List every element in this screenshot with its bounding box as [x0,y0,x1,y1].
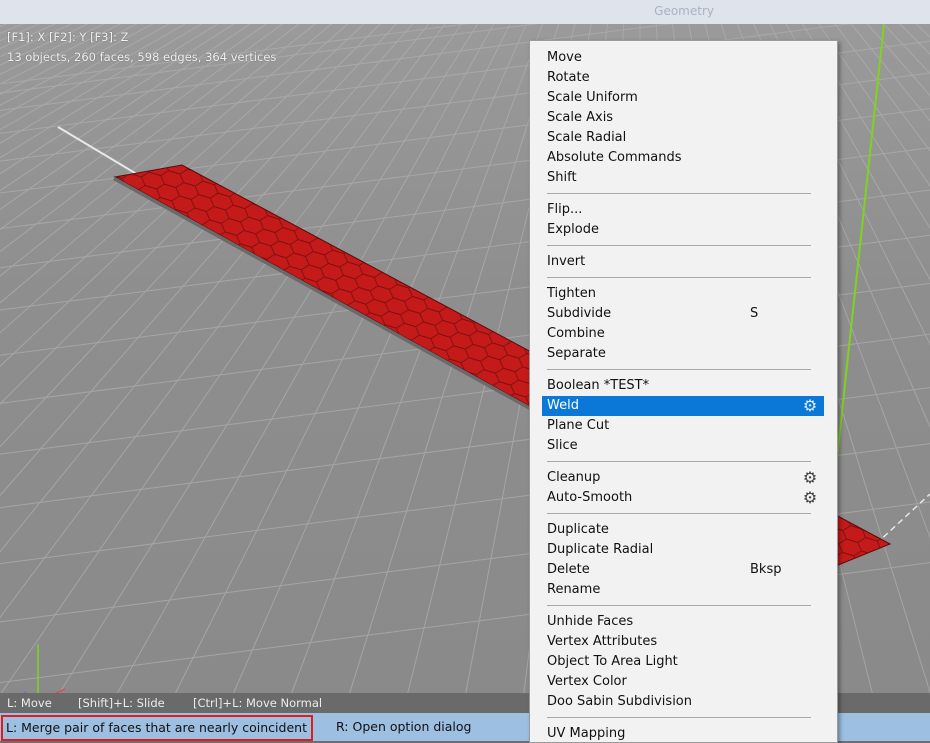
menu-item-weld[interactable]: Weld ⚙ [542,396,824,416]
menu-separator [547,717,811,718]
menu-item-label: Rename [547,582,601,597]
menu-item-delete[interactable]: Delete Bksp [542,560,824,580]
menu-item-invert[interactable]: Invert [542,252,824,272]
menu-item-label: Vertex Attributes [547,634,658,649]
menu-item-label: Tighten [547,286,596,301]
menu-item-cleanup[interactable]: Cleanup ⚙ [542,468,824,488]
x-axis-line [57,126,141,177]
menu-item-move[interactable]: Move [542,48,824,68]
gear-icon[interactable]: ⚙ [800,468,820,488]
menu-separator [547,461,811,462]
z-axis-line [875,493,930,545]
menu-item-duplicate-radial[interactable]: Duplicate Radial [542,540,824,560]
menu-item-label: Invert [547,254,586,269]
menu-item-label: Rotate [547,70,590,85]
menu-item-explode[interactable]: Explode [542,220,824,240]
menu-item-label: Subdivide [547,306,612,321]
menu-separator [547,245,811,246]
menu-separator [547,277,811,278]
menu-separator [547,369,811,370]
menu-separator [547,605,811,606]
menu-item-rename[interactable]: Rename [542,580,824,600]
menu-item-label: Combine [547,326,605,341]
hint-slide: [Shift]+L: Slide [78,696,165,710]
menu-item-absolute-commands[interactable]: Absolute Commands [542,148,824,168]
gear-icon[interactable]: ⚙ [800,396,820,416]
menu-item-label: Scale Axis [547,110,614,125]
menu-item-shortcut: Bksp [750,562,782,577]
y-axis-line [831,24,885,505]
menu-separator [547,513,811,514]
menu-item-plane-cut[interactable]: Plane Cut [542,416,824,436]
axis-key-hint: [F1]: X [F2]: Y [F3]: Z [7,30,129,44]
menu-item-label: Duplicate Radial [547,542,654,557]
menu-item-label: Vertex Color [547,674,627,689]
menu-item-label: Auto-Smooth [547,490,633,505]
menu-item-separate[interactable]: Separate [542,344,824,364]
gear-icon[interactable]: ⚙ [800,488,820,508]
menu-item-shift[interactable]: Shift [542,168,824,188]
menu-item-scale-radial[interactable]: Scale Radial [542,128,824,148]
menu-item-rotate[interactable]: Rotate [542,68,824,88]
menu-item-label: UV Mapping [547,726,626,741]
menu-item-flip[interactable]: Flip... [542,200,824,220]
menu-item-label: Shift [547,170,577,185]
menu-item-shortcut: S [750,306,759,321]
menu-item-label: Scale Uniform [547,90,638,105]
menu-item-label: Scale Radial [547,130,627,145]
menu-item-unhide-faces[interactable]: Unhide Faces [542,612,824,632]
menu-item-label: Duplicate [547,522,609,537]
menu-item-label: Move [547,50,582,65]
menu-item-label: Slice [547,438,578,453]
menu-item-subdivide[interactable]: Subdivide S [542,304,824,324]
menu-item-label: Delete [547,562,590,577]
menu-item-label: Cleanup [547,470,601,485]
menu-item-label: Unhide Faces [547,614,634,629]
menu-item-label: Explode [547,222,599,237]
title-bar: Geometry [0,0,930,25]
menu-item-label: Plane Cut [547,418,610,433]
menu-separator [547,193,811,194]
menu-item-boolean-test[interactable]: Boolean *TEST* [542,376,824,396]
hint-move-normal: [Ctrl]+L: Move Normal [193,696,323,710]
geometry-context-menu: Move Rotate Scale Uniform Scale Axis Scale R… [529,40,838,743]
menu-item-label: Absolute Commands [547,150,682,165]
menu-item-label: Doo Sabin Subdivision [547,694,692,709]
menu-item-tighten[interactable]: Tighten [542,284,824,304]
status-left-hint: L: Merge pair of faces that are nearly c… [1,715,313,741]
menu-item-vertex-attributes[interactable]: Vertex Attributes [542,632,824,652]
menu-item-label: Flip... [547,202,583,217]
menu-item-doo-sabin-subdivision[interactable]: Doo Sabin Subdivision [542,692,824,712]
menu-item-combine[interactable]: Combine [542,324,824,344]
menu-item-object-to-area-light[interactable]: Object To Area Light [542,652,824,672]
menu-item-label: Separate [547,346,606,361]
status-right-hint: R: Open option dialog [336,719,472,734]
menu-item-label: Boolean *TEST* [547,378,650,393]
menu-item-uv-mapping[interactable]: UV Mapping [542,724,824,742]
menu-item-label: Weld [547,398,579,413]
menu-item-label: Object To Area Light [547,654,678,669]
menu-item-scale-uniform[interactable]: Scale Uniform [542,88,824,108]
menu-item-auto-smooth[interactable]: Auto-Smooth ⚙ [542,488,824,508]
menu-item-scale-axis[interactable]: Scale Axis [542,108,824,128]
menu-item-vertex-color[interactable]: Vertex Color [542,672,824,692]
menu-item-duplicate[interactable]: Duplicate [542,520,824,540]
menu-item-slice[interactable]: Slice [542,436,824,456]
hint-move: L: Move [7,696,52,710]
window-title: Geometry [654,4,714,18]
scene-stats: 13 objects, 260 faces, 598 edges, 364 ve… [7,50,277,64]
